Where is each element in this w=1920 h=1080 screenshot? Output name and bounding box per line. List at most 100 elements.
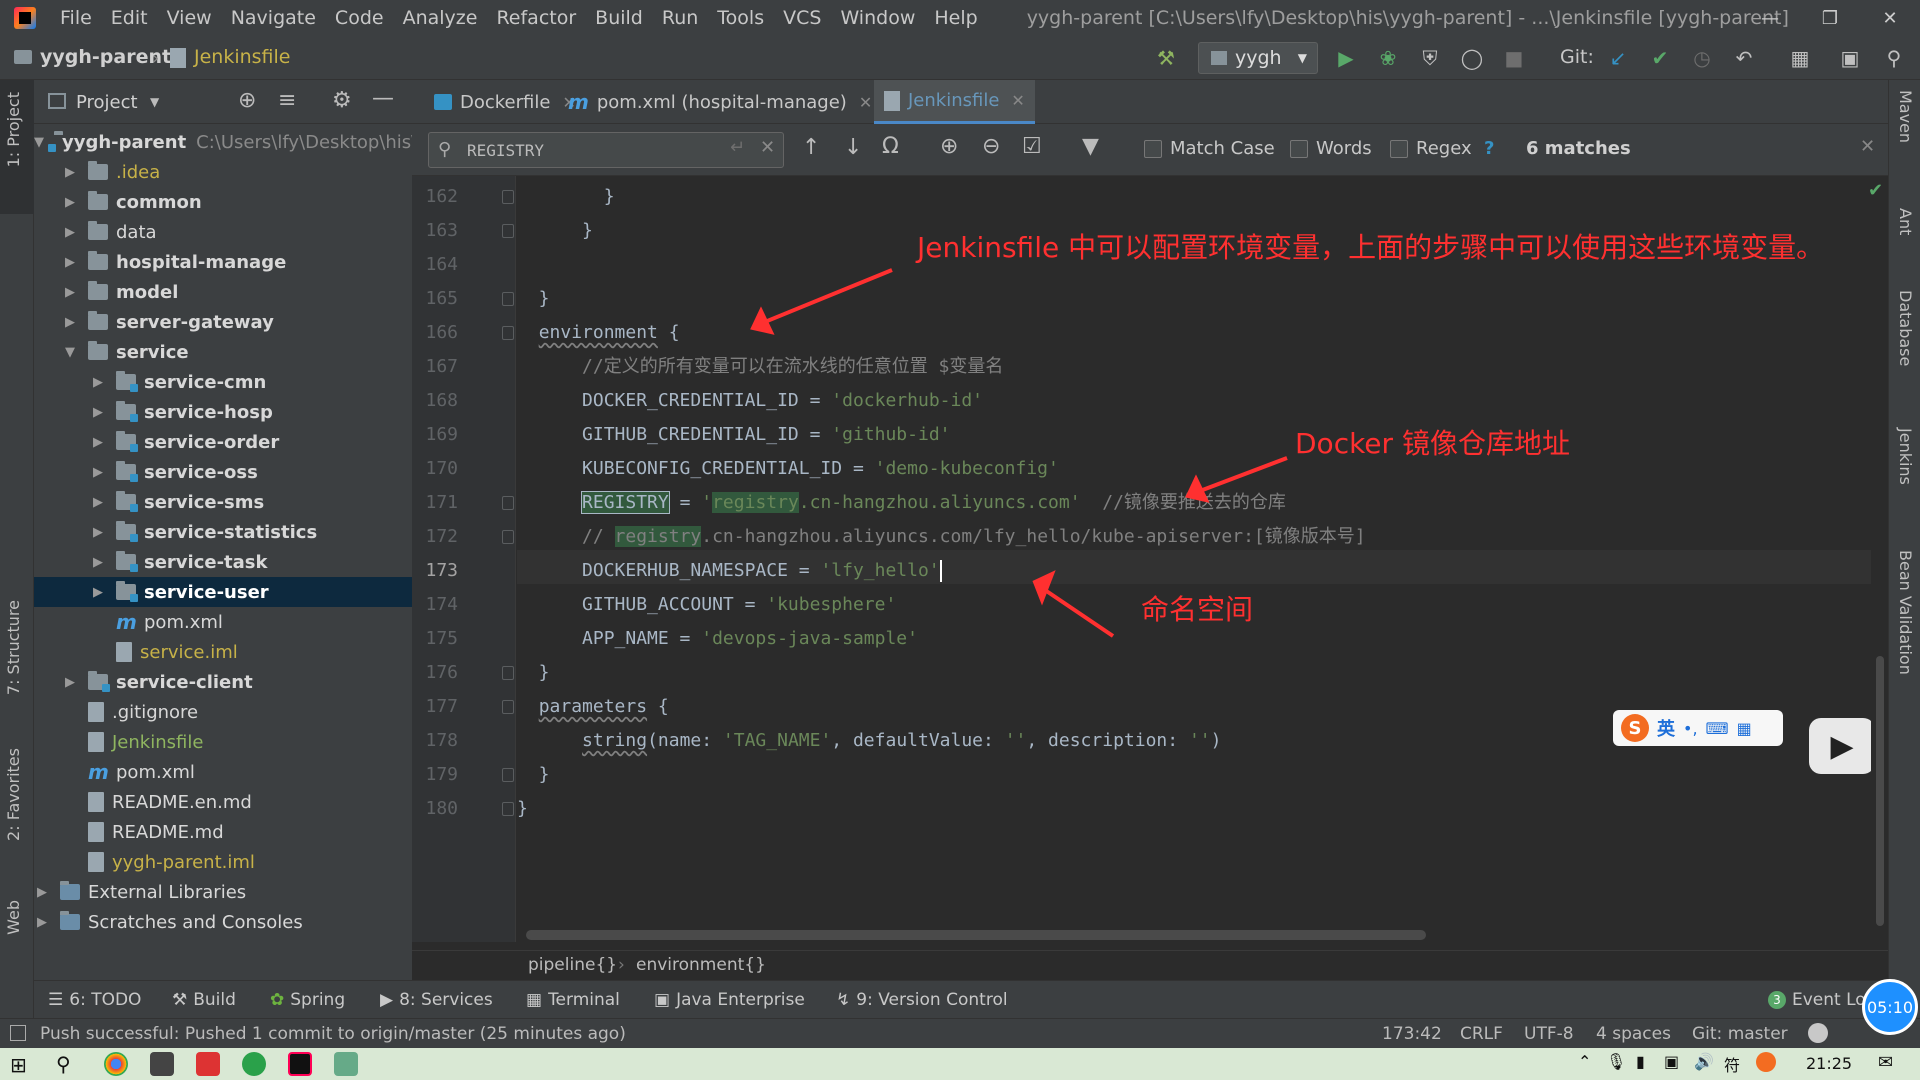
fold-marker-icon[interactable] (502, 768, 514, 782)
chevron-right-icon[interactable]: ▶ (62, 675, 78, 690)
chrome-icon[interactable] (104, 1052, 128, 1076)
fold-marker-icon[interactable] (502, 666, 514, 680)
chevron-right-icon[interactable]: ▶ (34, 885, 50, 900)
chevron-right-icon[interactable]: ▶ (62, 195, 78, 210)
menu-window[interactable]: Window (840, 7, 915, 29)
inspection-ok-icon[interactable]: ✔ (1868, 180, 1883, 201)
build-hammer-icon[interactable]: ⚒ (1152, 44, 1180, 72)
line-number[interactable]: 170 (412, 458, 458, 479)
tree-item[interactable]: .gitignore (34, 697, 412, 727)
tool-services[interactable]: ▶ 8: Services (380, 990, 493, 1010)
intellij-icon[interactable] (288, 1052, 312, 1076)
crumb-environment[interactable]: environment{} (636, 955, 766, 975)
chevron-right-icon[interactable]: ▶ (62, 165, 78, 180)
gear-icon[interactable]: ⚙ (332, 88, 352, 113)
git-history-icon[interactable]: ◷ (1688, 44, 1716, 72)
tree-item[interactable]: ▶ service-client (34, 667, 412, 697)
horizontal-scrollbar[interactable] (526, 930, 1426, 940)
maximize-icon[interactable]: ❐ (1800, 0, 1860, 36)
tree-item[interactable]: ▶ service-task (34, 547, 412, 577)
line-number[interactable]: 166 (412, 322, 458, 343)
vertical-scrollbar[interactable] (1874, 176, 1886, 942)
line-number[interactable]: 169 (412, 424, 458, 445)
tree-item[interactable]: ▼ service (34, 337, 412, 367)
status-toggle-icon[interactable] (10, 1025, 26, 1041)
tree-item[interactable]: ▶ .idea (34, 157, 412, 187)
tree-item[interactable]: service.iml (34, 637, 412, 667)
regex-checkbox[interactable]: Regex (1390, 138, 1472, 159)
tree-item[interactable]: ▶ common (34, 187, 412, 217)
regex-help-icon[interactable]: ? (1484, 138, 1494, 159)
tree-item[interactable]: ▶ hospital-manage (34, 247, 412, 277)
status-message[interactable]: Push successful: Pushed 1 commit to orig… (40, 1024, 626, 1044)
coverage-icon[interactable]: ⛨ (1416, 44, 1444, 72)
tree-item[interactable]: m pom.xml (34, 757, 412, 787)
tree-item[interactable]: ▶ External Libraries (34, 877, 412, 907)
search-icon[interactable]: ⚲ (438, 139, 451, 160)
tool-tab-ant[interactable]: Ant (1896, 208, 1915, 235)
chevron-right-icon[interactable]: ▶ (34, 915, 50, 930)
tree-item[interactable]: ▶ service-cmn (34, 367, 412, 397)
debug-icon[interactable]: ❀ (1374, 44, 1402, 72)
project-view-select[interactable]: Project (76, 92, 138, 113)
tree-item[interactable]: Jenkinsfile (34, 727, 412, 757)
tool-version-control[interactable]: ↯ 9: Version Control (836, 990, 1008, 1010)
tool-tab-maven[interactable]: Maven (1896, 90, 1915, 143)
menu-vcs[interactable]: VCS (783, 7, 821, 29)
app-icon[interactable] (150, 1052, 174, 1076)
tree-root[interactable]: ▼ yygh-parent C:\Users\lfy\Desktop\his\ (34, 127, 417, 157)
menu-analyze[interactable]: Analyze (403, 7, 478, 29)
git-update-icon[interactable]: ↙ (1604, 44, 1632, 72)
presentation-icon[interactable]: ▣ (1836, 44, 1864, 72)
tree-item[interactable]: ▶ service-statistics (34, 517, 412, 547)
chevron-right-icon[interactable]: ▶ (90, 435, 106, 450)
keyboard-icon[interactable]: ⌨ (1706, 719, 1729, 738)
chevron-right-icon[interactable]: ▶ (90, 495, 106, 510)
tree-item[interactable]: ▶ service-user (34, 577, 412, 607)
close-icon[interactable]: ✕ (1011, 91, 1024, 110)
chevron-right-icon[interactable]: ▶ (62, 225, 78, 240)
menu-build[interactable]: Build (595, 7, 643, 29)
hide-icon[interactable]: — (372, 86, 394, 111)
close-icon[interactable]: ✕ (1860, 0, 1920, 36)
line-number[interactable]: 162 (412, 186, 458, 207)
profile-icon[interactable]: ◯ (1458, 44, 1486, 72)
tree-item[interactable]: ▶ service-hosp (34, 397, 412, 427)
line-number[interactable]: 171 (412, 492, 458, 513)
punctuation-icon[interactable]: •, (1683, 719, 1698, 738)
clock[interactable]: 21:25 (1806, 1054, 1852, 1073)
tree-item[interactable]: ▶ model (34, 277, 412, 307)
tree-item[interactable]: ▶ Scratches and Consoles (34, 907, 412, 937)
line-separator[interactable]: CRLF (1460, 1024, 1503, 1044)
minimize-icon[interactable]: — (1740, 0, 1800, 36)
tree-item[interactable]: ▶ service-oss (34, 457, 412, 487)
ime-toolbar[interactable]: S 英 •, ⌨ ▦ (1613, 710, 1783, 746)
line-number[interactable]: 173 (412, 560, 458, 581)
close-icon[interactable]: ✕ (859, 93, 872, 112)
next-occurrence-icon[interactable]: ↓ (844, 135, 862, 160)
menu-help[interactable]: Help (934, 7, 977, 29)
fold-marker-icon[interactable] (502, 292, 514, 306)
line-number[interactable]: 168 (412, 390, 458, 411)
tree-item[interactable]: ▶ service-order (34, 427, 412, 457)
new-line-icon[interactable]: ↵ (730, 137, 745, 158)
project-structure-icon[interactable]: ▦ (1786, 44, 1814, 72)
ime-language[interactable]: 英 (1657, 715, 1675, 741)
tool-terminal[interactable]: ▦ Terminal (526, 990, 620, 1010)
line-number[interactable]: 177 (412, 696, 458, 717)
scroll-thumb[interactable] (1876, 656, 1884, 926)
volume-icon[interactable]: 🔊 (1694, 1052, 1714, 1071)
tool-build[interactable]: ⚒ Build (172, 990, 236, 1010)
menu-view[interactable]: View (167, 7, 212, 29)
tray-chevron-icon[interactable]: ⌃ (1578, 1052, 1591, 1071)
tab-pom-hospital-manage[interactable]: m pom.xml (hospital-manage) ✕ (558, 80, 882, 124)
find-all-icon[interactable]: Ω (882, 134, 899, 159)
locate-icon[interactable]: ⊕ (238, 88, 256, 113)
chevron-right-icon[interactable]: ▶ (62, 255, 78, 270)
fold-marker-icon[interactable] (502, 530, 514, 544)
sogou-icon[interactable] (1756, 1052, 1776, 1072)
line-number[interactable]: 174 (412, 594, 458, 615)
collapse-all-icon[interactable]: ≡ (278, 88, 296, 113)
chevron-down-icon[interactable]: ▼ (62, 345, 78, 360)
line-number[interactable]: 176 (412, 662, 458, 683)
